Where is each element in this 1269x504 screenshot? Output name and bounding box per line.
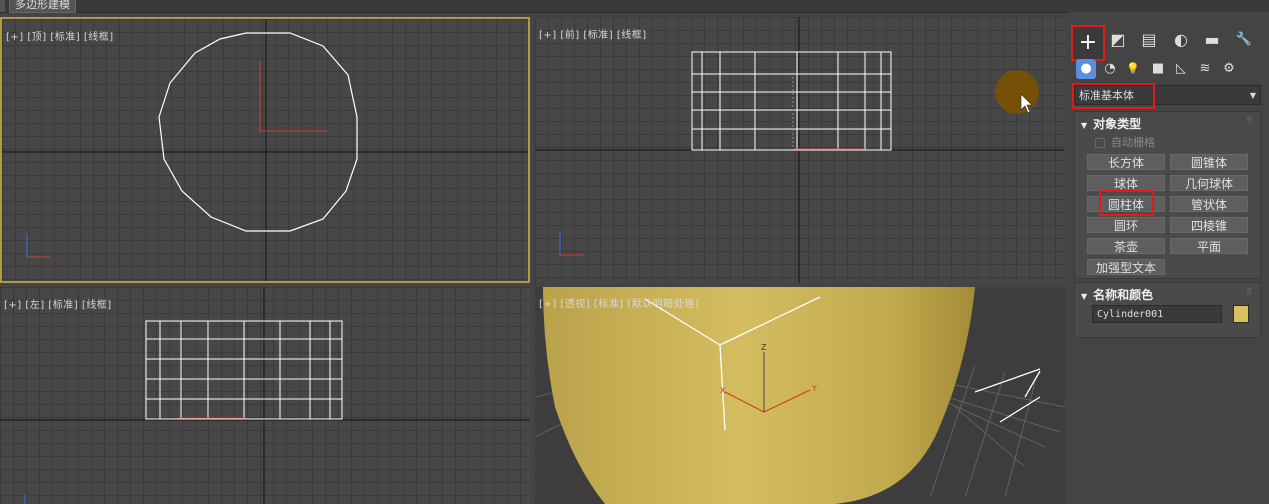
autogrid-label: 自动栅格 (1111, 136, 1155, 149)
hierarchy-icon[interactable]: ▤ (1136, 27, 1162, 53)
viewport-left[interactable]: [+] [左] [标准] [线框] (0, 287, 530, 504)
object-name-field[interactable]: Cylinder001 (1092, 305, 1222, 323)
systems-icon[interactable]: ⚙ (1219, 59, 1239, 79)
axis-label-x: X (720, 386, 726, 395)
cameras-icon[interactable]: ■ (1148, 59, 1168, 79)
viewport-left-label[interactable]: [+] [左] [标准] [线框] (4, 296, 112, 311)
utilities-icon[interactable]: 🔧 (1231, 27, 1257, 53)
motion-icon[interactable]: ◐ (1168, 27, 1194, 53)
viewport-perspective-canvas: Z X Y (535, 287, 1065, 504)
cylinder-button-highlight (1099, 190, 1154, 216)
viewport-left-canvas (0, 287, 530, 504)
autogrid-checkbox[interactable]: 自动栅格 (1095, 134, 1155, 150)
object-color-swatch[interactable] (1233, 305, 1249, 323)
spacewarps-icon[interactable]: ≋ (1195, 59, 1215, 79)
pyramid-button[interactable]: 四棱锥 (1170, 217, 1248, 233)
viewport-top-label[interactable]: [+] [顶] [标准] [线框] (6, 28, 114, 43)
yellow-cylinder (543, 287, 975, 504)
helpers-icon[interactable]: ◺ (1171, 59, 1191, 79)
name-color-rollout: ▼ 名称和颜色 ⠿ Cylinder001 (1074, 282, 1261, 338)
torus-button[interactable]: 圆环 (1087, 217, 1165, 233)
lights-icon[interactable]: 💡 (1123, 59, 1143, 79)
viewport-front[interactable]: [+] [前] [标准] [线框] (535, 17, 1065, 283)
ribbon-stub (0, 0, 5, 12)
teapot-button[interactable]: 茶壶 (1087, 238, 1165, 254)
plane-button[interactable]: 平面 (1170, 238, 1248, 254)
axis-label-z: Z (761, 343, 767, 352)
command-panel: + ◩ ▤ ◐ ▬ 🔧 ● ◔ 💡 ■ ◺ ≋ ⚙ 标准基本体 ▼ ▼ 对象类型 … (1068, 12, 1269, 504)
cone-button[interactable]: 圆锥体 (1170, 154, 1248, 170)
ribbon-tab-polygon-modeling[interactable]: 多边形建模 (9, 0, 76, 13)
shapes-icon[interactable]: ◔ (1100, 59, 1120, 79)
object-type-header[interactable]: ▼ 对象类型 (1081, 115, 1141, 132)
create-icon[interactable]: + (1071, 25, 1105, 61)
name-color-header[interactable]: ▼ 名称和颜色 (1081, 286, 1153, 303)
tube-button[interactable]: 管状体 (1170, 196, 1248, 212)
geosphere-button[interactable]: 几何球体 (1170, 175, 1248, 191)
display-icon[interactable]: ▬ (1199, 27, 1225, 53)
command-panel-tabs: + ◩ ▤ ◐ ▬ 🔧 (1068, 22, 1269, 62)
box-button[interactable]: 长方体 (1087, 154, 1165, 170)
viewport-perspective[interactable]: Z X Y [+] [透视] [标准] [默认明暗处理] (535, 287, 1065, 504)
axis-label-y: Y (811, 384, 817, 393)
viewport-top-canvas (2, 19, 528, 281)
cylinder-front-wireframe (691, 51, 892, 151)
chevron-down-icon: ▼ (1249, 91, 1256, 100)
viewport-front-canvas (535, 17, 1065, 283)
viewport-front-label[interactable]: [+] [前] [标准] [线框] (539, 26, 647, 41)
dropdown-highlight (1072, 83, 1155, 109)
cylinder-top-outline (158, 32, 358, 232)
modify-icon[interactable]: ◩ (1105, 27, 1131, 53)
cylinder-left-wireframe (145, 320, 343, 420)
textplus-button[interactable]: 加强型文本 (1087, 259, 1165, 275)
cursor-highlight (995, 70, 1039, 114)
viewport-top[interactable]: [+] [顶] [标准] [线框] (0, 17, 530, 283)
sphere-button[interactable]: 球体 (1087, 175, 1165, 191)
geometry-icon[interactable]: ● (1076, 59, 1096, 79)
viewport-perspective-label[interactable]: [+] [透视] [标准] [默认明暗处理] (539, 295, 699, 310)
